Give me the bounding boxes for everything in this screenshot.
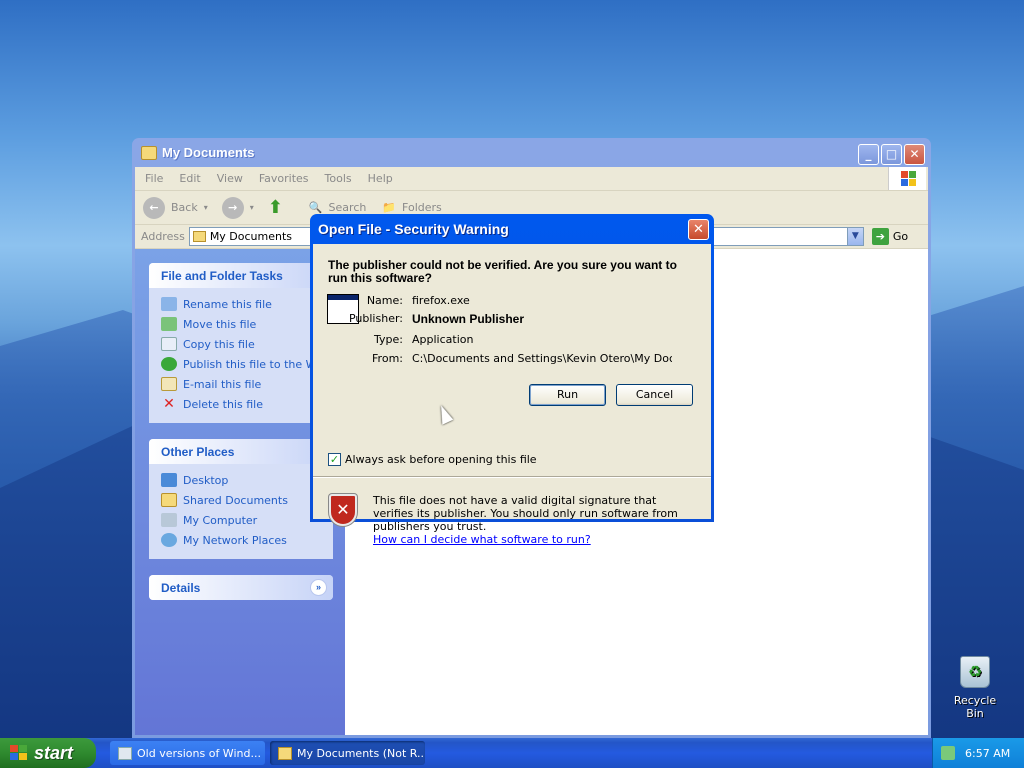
network-icon	[161, 533, 177, 547]
other-places-panel: Other Places Desktop Shared Documents My…	[149, 439, 333, 559]
always-ask-checkbox[interactable]: ✓	[328, 453, 341, 466]
dialog-close-button[interactable]: ✕	[688, 219, 709, 240]
divider	[313, 476, 711, 478]
email-file-link[interactable]: E-mail this file	[161, 374, 323, 394]
dialog-body: The publisher could not be verified. Are…	[313, 244, 711, 546]
taskbar-item-old-versions[interactable]: Old versions of Wind...	[110, 741, 265, 765]
clock[interactable]: 6:57 AM	[965, 747, 1010, 760]
always-ask-label: Always ask before opening this file	[345, 453, 537, 466]
address-value: My Documents	[209, 230, 293, 243]
explorer-title-bar[interactable]: My Documents	[135, 138, 928, 167]
explorer-title: My Documents	[162, 145, 255, 160]
publisher-row: Publisher: Unknown Publisher	[348, 312, 525, 326]
folder-icon	[192, 231, 206, 242]
dialog-question: The publisher could not be verified. Are…	[328, 258, 677, 285]
system-tray: 6:57 AM	[932, 738, 1024, 768]
security-warning-dialog: Open File - Security Warning ✕ The publi…	[310, 214, 714, 546]
folders-icon[interactable]: 📁	[382, 201, 396, 214]
forward-arrow-icon[interactable]: →	[221, 196, 244, 219]
search-icon[interactable]: 🔍	[309, 201, 323, 214]
taskbar: start Old versions of Wind... My Documen…	[0, 738, 1024, 768]
cancel-button[interactable]: Cancel	[616, 384, 693, 406]
go-arrow-icon: ➔	[871, 228, 889, 245]
other-places-header[interactable]: Other Places	[149, 439, 333, 464]
folder-icon	[161, 493, 177, 507]
chevron-down-icon[interactable]: ▼	[846, 228, 863, 245]
folders-button[interactable]: Folders	[402, 201, 442, 214]
delete-file-link[interactable]: ✕ Delete this file	[161, 394, 323, 414]
security-shield-icon: ✕	[329, 494, 357, 526]
recycle-bin-label: Recycle Bin	[953, 694, 997, 720]
chevron-down-icon[interactable]: ▾	[204, 203, 208, 212]
desktop-link[interactable]: Desktop	[161, 470, 323, 490]
menu-file[interactable]: File	[145, 172, 163, 185]
dialog-title[interactable]: Open File - Security Warning	[313, 214, 711, 244]
desktop-icon	[161, 473, 177, 487]
taskbar-item-my-documents[interactable]: My Documents (Not R...	[270, 741, 425, 765]
start-button[interactable]: start	[0, 738, 96, 768]
rename-icon	[161, 297, 177, 311]
my-network-places-link[interactable]: My Network Places	[161, 530, 323, 550]
network-tray-icon[interactable]	[941, 746, 955, 760]
chevron-double-down-icon[interactable]: »	[310, 579, 327, 596]
windows-flag-icon	[10, 745, 28, 761]
details-panel: Details »	[149, 575, 333, 600]
publisher-value: Unknown Publisher	[412, 312, 525, 326]
envelope-icon	[161, 377, 177, 391]
warning-text-block: This file does not have a valid digital …	[373, 494, 693, 546]
name-value: firefox.exe	[412, 294, 470, 307]
menu-tools[interactable]: Tools	[325, 172, 352, 185]
always-ask-checkbox-row[interactable]: ✓ Always ask before opening this file	[328, 453, 537, 466]
back-button[interactable]: Back	[171, 201, 198, 214]
minimize-button[interactable]: _	[858, 144, 879, 165]
back-arrow-icon[interactable]: ←	[143, 196, 165, 219]
rename-file-link[interactable]: Rename this file	[161, 294, 323, 314]
publish-file-link[interactable]: Publish this file to the Web	[161, 354, 330, 374]
computer-icon	[161, 513, 177, 527]
from-row: From: C:\Documents and Settings\Kevin Ot…	[372, 352, 672, 365]
close-button[interactable]: ✕	[904, 144, 925, 165]
type-row: Type: Application	[374, 333, 474, 346]
maximize-button[interactable]: □	[881, 144, 902, 165]
menu-view[interactable]: View	[217, 172, 243, 185]
move-file-link[interactable]: Move this file	[161, 314, 323, 334]
menu-bar: File Edit View Favorites Tools Help	[135, 167, 928, 191]
folder-icon	[278, 746, 292, 760]
from-value: C:\Documents and Settings\Kevin Otero\My…	[412, 352, 672, 365]
recycle-bin-icon: ♻	[960, 656, 990, 688]
menu-help[interactable]: Help	[368, 172, 393, 185]
go-button[interactable]: ➔ Go	[871, 228, 909, 245]
name-row: Name: firefox.exe	[366, 294, 470, 307]
recycle-bin-desktop-icon[interactable]: ♻ Recycle Bin	[944, 656, 1006, 720]
search-button[interactable]: Search	[329, 201, 367, 214]
chevron-down-icon[interactable]: ▾	[250, 203, 254, 212]
details-header[interactable]: Details »	[149, 575, 333, 600]
type-value: Application	[412, 333, 474, 346]
run-button[interactable]: Run	[529, 384, 606, 406]
folder-icon	[141, 145, 157, 160]
go-label: Go	[892, 230, 909, 243]
delete-x-icon: ✕	[163, 396, 175, 412]
file-tasks-header[interactable]: File and Folder Tasks	[149, 263, 333, 288]
globe-icon	[161, 357, 177, 371]
file-tasks-panel: File and Folder Tasks Rename this file M…	[149, 263, 333, 423]
copy-file-link[interactable]: Copy this file	[161, 334, 323, 354]
windows-logo-icon	[888, 167, 926, 190]
copy-icon	[161, 337, 177, 351]
menu-edit[interactable]: Edit	[179, 172, 200, 185]
help-link[interactable]: How can I decide what software to run?	[373, 533, 591, 546]
browser-window-icon	[118, 746, 132, 760]
move-icon	[161, 317, 177, 331]
my-computer-link[interactable]: My Computer	[161, 510, 323, 530]
menu-favorites[interactable]: Favorites	[259, 172, 309, 185]
up-folder-icon[interactable]: ⬆	[268, 197, 283, 218]
shared-documents-link[interactable]: Shared Documents	[161, 490, 323, 510]
warning-text: This file does not have a valid digital …	[373, 494, 678, 533]
address-label: Address	[141, 230, 185, 243]
